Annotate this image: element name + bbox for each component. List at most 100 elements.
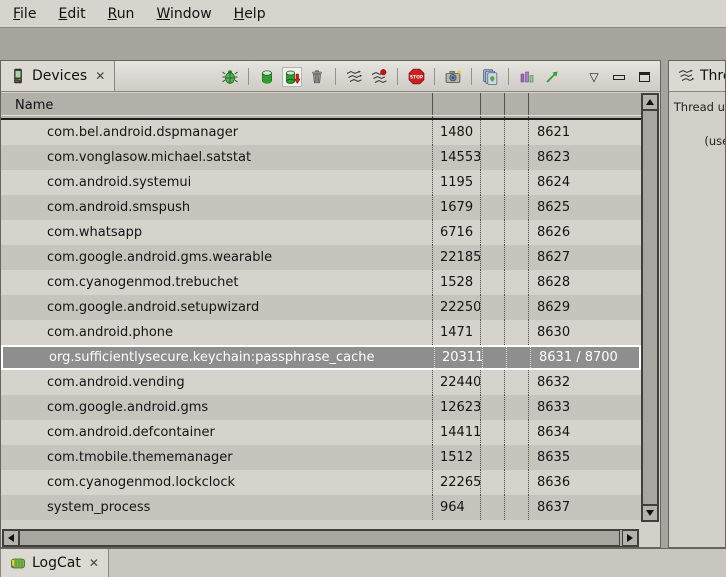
column-header-port[interactable]	[528, 93, 641, 118]
horizontal-scrollbar[interactable]	[2, 529, 639, 547]
table-row[interactable]: com.cyanogenmod.trebuchet 1528 8628	[1, 270, 641, 295]
table-row[interactable]: com.whatsapp 6716 8626	[1, 220, 641, 245]
toolbar-separator	[434, 68, 435, 85]
table-row[interactable]: com.bel.android.dspmanager 1480 8621	[1, 120, 641, 145]
process-status-cell	[480, 370, 504, 395]
menu-run[interactable]: Run	[97, 0, 146, 27]
column-header-status[interactable]	[480, 93, 504, 118]
vertical-scrollbar[interactable]	[641, 93, 659, 522]
process-status-cell2	[504, 120, 528, 145]
process-port: 8627	[528, 245, 641, 270]
process-name: com.android.defcontainer	[1, 420, 432, 445]
process-pid: 22250	[432, 295, 480, 320]
table-row[interactable]: system_process 964 8637	[1, 495, 641, 520]
process-port: 8621	[528, 120, 641, 145]
debug-process-icon[interactable]	[220, 67, 240, 87]
process-port: 8635	[528, 445, 641, 470]
method-profiling-icon[interactable]	[369, 67, 389, 87]
tab-logcat-close-icon[interactable]: ✕	[89, 556, 99, 570]
table-row[interactable]: com.android.vending 22440 8632	[1, 370, 641, 395]
table-row[interactable]: com.google.android.gms 12623 8633	[1, 395, 641, 420]
menu-window[interactable]: Window	[145, 0, 222, 27]
process-name: com.android.vending	[1, 370, 432, 395]
process-status-cell2	[506, 347, 530, 368]
threads-icon	[678, 68, 694, 84]
table-row[interactable]: com.cyanogenmod.lockclock 22265 8636	[1, 470, 641, 495]
process-name: com.cyanogenmod.lockclock	[1, 470, 432, 495]
process-status-cell	[480, 295, 504, 320]
process-pid: 1471	[432, 320, 480, 345]
process-pid: 14553	[432, 145, 480, 170]
table-row[interactable]: org.sufficientlysecure.keychain:passphra…	[1, 345, 641, 370]
horizontal-scroll-track[interactable]	[19, 530, 622, 546]
process-status-cell	[480, 245, 504, 270]
menu-edit[interactable]: Edit	[47, 0, 96, 27]
process-status-cell	[480, 470, 504, 495]
process-port: 8634	[528, 420, 641, 445]
tab-threads[interactable]: Threads	[669, 61, 726, 91]
column-header-status2[interactable]	[504, 93, 528, 118]
process-status-cell2	[504, 495, 528, 520]
device-screens-icon[interactable]	[480, 67, 500, 87]
vertical-scroll-track[interactable]	[642, 110, 658, 505]
threads-message: Thread updates not enabled for selected …	[671, 99, 726, 150]
opengl-trace-icon[interactable]	[542, 67, 562, 87]
column-header-pid[interactable]	[432, 93, 480, 118]
view-menu-icon[interactable]: ▽	[584, 67, 604, 87]
tab-devices[interactable]: Devices ✕	[1, 61, 115, 91]
process-pid: 6716	[432, 220, 480, 245]
scroll-down-button[interactable]	[642, 505, 658, 521]
process-status-cell2	[504, 195, 528, 220]
process-status-cell	[480, 170, 504, 195]
scroll-up-button[interactable]	[642, 94, 658, 110]
process-status-cell	[482, 347, 506, 368]
table-row[interactable]: com.vonglasow.michael.satstat 14553 8623	[1, 145, 641, 170]
threads-view: Threads Thread updates not enabled for s…	[668, 60, 726, 548]
process-status-cell	[480, 445, 504, 470]
process-name: com.cyanogenmod.trebuchet	[1, 270, 432, 295]
stop-process-icon[interactable]: STOP	[406, 67, 426, 87]
table-row[interactable]: com.android.smspush 1679 8625	[1, 195, 641, 220]
menu-help[interactable]: Help	[223, 0, 277, 27]
process-name: com.android.phone	[1, 320, 432, 345]
process-status-cell2	[504, 245, 528, 270]
column-header-name[interactable]: Name	[1, 93, 432, 118]
screen-capture-icon[interactable]	[443, 67, 463, 87]
update-threads-icon[interactable]	[344, 67, 364, 87]
vertical-scroll-thumb[interactable]	[642, 110, 658, 505]
process-status-cell	[480, 320, 504, 345]
process-pid: 22265	[432, 470, 480, 495]
process-status-cell2	[504, 470, 528, 495]
table-row[interactable]: com.google.android.setupwizard 22250 862…	[1, 295, 641, 320]
minimize-icon[interactable]	[609, 67, 629, 87]
menu-file[interactable]: File	[2, 0, 47, 27]
scroll-left-button[interactable]	[3, 530, 19, 546]
process-status-cell2	[504, 420, 528, 445]
process-port: 8629	[528, 295, 641, 320]
process-port: 8630	[528, 320, 641, 345]
scroll-right-button[interactable]	[622, 530, 638, 546]
dump-hprof-icon[interactable]	[282, 67, 302, 87]
maximize-icon[interactable]	[634, 67, 654, 87]
horizontal-scroll-thumb[interactable]	[19, 530, 620, 546]
sysinfo-icon[interactable]	[517, 67, 537, 87]
update-heap-icon[interactable]	[257, 67, 277, 87]
process-pid: 1195	[432, 170, 480, 195]
table-row[interactable]: com.android.systemui 1195 8624	[1, 170, 641, 195]
tab-logcat[interactable]: LogCat ✕	[0, 549, 109, 577]
table-row[interactable]: com.android.phone 1471 8630	[1, 320, 641, 345]
process-status-cell	[480, 495, 504, 520]
tab-devices-close-icon[interactable]: ✕	[95, 69, 105, 83]
threads-tab-row: Threads	[669, 61, 725, 92]
empty-toolbar-strip	[0, 28, 726, 60]
menu-bar: File Edit Run Window Help	[0, 0, 726, 28]
process-status-cell	[480, 195, 504, 220]
table-row[interactable]: com.tmobile.thememanager 1512 8635	[1, 445, 641, 470]
process-pid: 22440	[432, 370, 480, 395]
process-status-cell	[480, 420, 504, 445]
tab-logcat-label: LogCat	[32, 555, 81, 571]
table-row[interactable]: com.google.android.gms.wearable 22185 86…	[1, 245, 641, 270]
table-row[interactable]: com.android.defcontainer 14411 8634	[1, 420, 641, 445]
tab-threads-label: Threads	[700, 68, 726, 84]
cause-gc-icon[interactable]	[307, 67, 327, 87]
